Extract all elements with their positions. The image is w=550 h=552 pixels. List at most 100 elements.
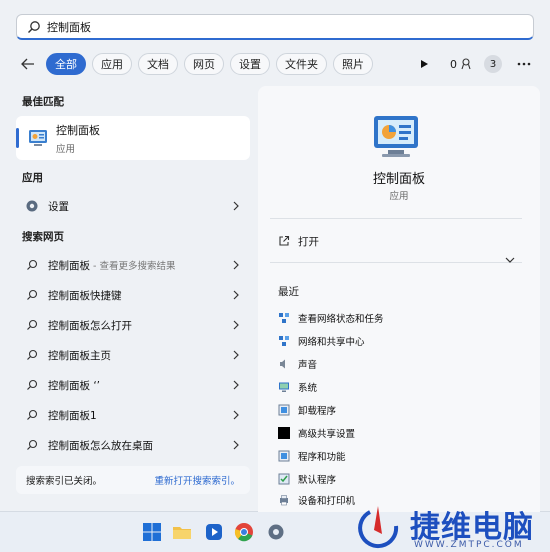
printer-icon — [280, 495, 288, 506]
windows-start-icon[interactable] — [142, 522, 162, 542]
recent-item-label: 设备和打印机 — [298, 496, 356, 507]
preview-subtitle: 应用 — [389, 191, 409, 202]
divider — [270, 218, 522, 219]
web-result-item[interactable]: 控制面板1 — [16, 401, 250, 429]
web-result-item[interactable]: 控制面板怎么打开 — [16, 311, 250, 339]
reopen-index-link[interactable]: 重新打开搜索索引。 — [154, 473, 240, 487]
recent-item[interactable]: 设备和打印机 — [278, 490, 355, 510]
control-panel-icon — [374, 116, 418, 157]
web-result-item[interactable]: 控制面板 ‘’ — [16, 371, 250, 399]
chevron-right-icon — [233, 380, 239, 390]
web-result-label: 控制面板 ‘’ — [48, 379, 101, 392]
filter-settings[interactable]: 设置 — [230, 53, 270, 75]
back-button[interactable] — [16, 52, 40, 76]
web-result-label: 控制面板 — [48, 259, 90, 272]
file-explorer-icon[interactable] — [172, 522, 192, 542]
speaker-icon — [280, 359, 285, 369]
preview-pane: 控制面板 应用 打开 最近 查看网络状态和任务 网络和共享中心 声音 系统 卸载… — [258, 86, 540, 512]
web-search-header: 搜索网页 — [22, 231, 64, 243]
app-item-settings[interactable]: 设置 — [16, 192, 250, 220]
network-icon — [279, 336, 289, 346]
chevron-right-icon — [233, 201, 239, 211]
search-input[interactable] — [47, 20, 487, 33]
filter-documents[interactable]: 文档 — [138, 53, 178, 75]
web-result-label: 控制面板怎么打开 — [48, 319, 132, 332]
play-button[interactable] — [412, 52, 436, 76]
search-index-footer: 搜索索引已关闭。 重新打开搜索索引。 — [16, 466, 250, 494]
chevron-right-icon — [233, 440, 239, 450]
selection-indicator — [16, 128, 19, 148]
web-result-label: 控制面板快捷键 — [48, 289, 122, 302]
recent-item[interactable]: 程序和功能 — [278, 446, 346, 466]
chevron-right-icon — [233, 290, 239, 300]
open-label: 打开 — [298, 235, 319, 248]
arrow-left-icon — [21, 58, 34, 70]
web-result-label: 控制面板1 — [48, 409, 97, 422]
preview-title: 控制面板 — [372, 172, 425, 187]
recent-item[interactable]: 默认程序 — [278, 469, 336, 489]
web-result-item[interactable]: 控制面板怎么放在桌面 — [16, 431, 250, 459]
filter-apps[interactable]: 应用 — [92, 53, 132, 75]
recent-item[interactable]: 系统 — [278, 377, 317, 397]
filter-all[interactable]: 全部 — [46, 53, 86, 75]
search-icon — [27, 289, 38, 300]
web-result-label: 控制面板怎么放在桌面 — [48, 439, 153, 452]
more-icon — [517, 62, 531, 66]
recent-item[interactable]: 高级共享设置 — [278, 423, 355, 443]
gear-icon — [26, 200, 38, 212]
chevron-right-icon — [233, 410, 239, 420]
settings-gear-icon[interactable] — [266, 522, 286, 542]
rewards-points[interactable]: 0 — [450, 58, 472, 71]
web-result-item[interactable]: 控制面板快捷键 — [16, 281, 250, 309]
search-icon — [28, 20, 40, 33]
recent-item-label: 声音 — [298, 360, 318, 371]
open-external-icon — [279, 235, 290, 246]
network-icon — [279, 313, 289, 323]
more-options-button[interactable] — [514, 54, 534, 74]
chevron-down-icon[interactable] — [504, 254, 516, 266]
best-match-title: 控制面板 — [56, 123, 100, 137]
filter-photos[interactable]: 照片 — [333, 53, 373, 75]
recent-item-label: 查看网络状态和任务 — [298, 314, 384, 325]
recent-item-label: 默认程序 — [298, 475, 337, 486]
recent-item[interactable]: 查看网络状态和任务 — [278, 308, 384, 328]
points-value: 0 — [450, 57, 457, 71]
programs-icon — [278, 450, 290, 462]
play-icon — [421, 60, 428, 68]
recent-item-label: 程序和功能 — [298, 452, 346, 463]
recent-item[interactable]: 声音 — [278, 354, 317, 374]
search-box[interactable] — [16, 14, 534, 40]
recent-item-label: 网络和共享中心 — [298, 337, 365, 348]
filter-web[interactable]: 网页 — [184, 53, 224, 75]
web-result-item[interactable]: 控制面板 - 查看更多搜索结果 — [16, 251, 250, 279]
account-badge[interactable]: 3 — [484, 55, 502, 73]
recent-item[interactable]: 卸载程序 — [278, 400, 336, 420]
recent-item-label: 卸载程序 — [298, 406, 337, 417]
chevron-right-icon — [233, 350, 239, 360]
filter-bar: 全部 应用 文档 网页 设置 文件夹 照片 0 3 — [16, 52, 534, 76]
recent-item-label: 系统 — [298, 383, 318, 394]
share-settings-icon — [278, 427, 290, 439]
open-action[interactable]: 打开 — [278, 232, 319, 250]
filter-folders[interactable]: 文件夹 — [276, 53, 327, 75]
recent-item[interactable]: 网络和共享中心 — [278, 331, 365, 351]
rewards-icon — [461, 58, 471, 70]
recent-header: 最近 — [278, 286, 299, 298]
search-icon — [27, 349, 38, 360]
best-match-header: 最佳匹配 — [22, 96, 64, 108]
start-search-panel: 全部 应用 文档 网页 设置 文件夹 照片 0 3 最佳匹配 — [0, 0, 550, 512]
app-item-label: 设置 — [48, 200, 69, 213]
search-icon — [27, 379, 38, 390]
chrome-icon[interactable] — [234, 522, 254, 542]
watermark-url: WWW.ZMTPC.COM — [414, 540, 524, 550]
web-result-item[interactable]: 控制面板主页 — [16, 341, 250, 369]
web-result-label: 控制面板主页 — [48, 349, 111, 362]
media-app-icon[interactable] — [204, 522, 224, 542]
control-panel-icon — [29, 130, 47, 146]
recent-item-label: 高级共享设置 — [298, 429, 356, 440]
best-match-item[interactable]: 控制面板 应用 — [16, 116, 250, 160]
programs-icon — [278, 404, 290, 416]
chevron-right-icon — [233, 260, 239, 270]
search-icon — [27, 409, 38, 420]
monitor-icon — [279, 382, 289, 392]
